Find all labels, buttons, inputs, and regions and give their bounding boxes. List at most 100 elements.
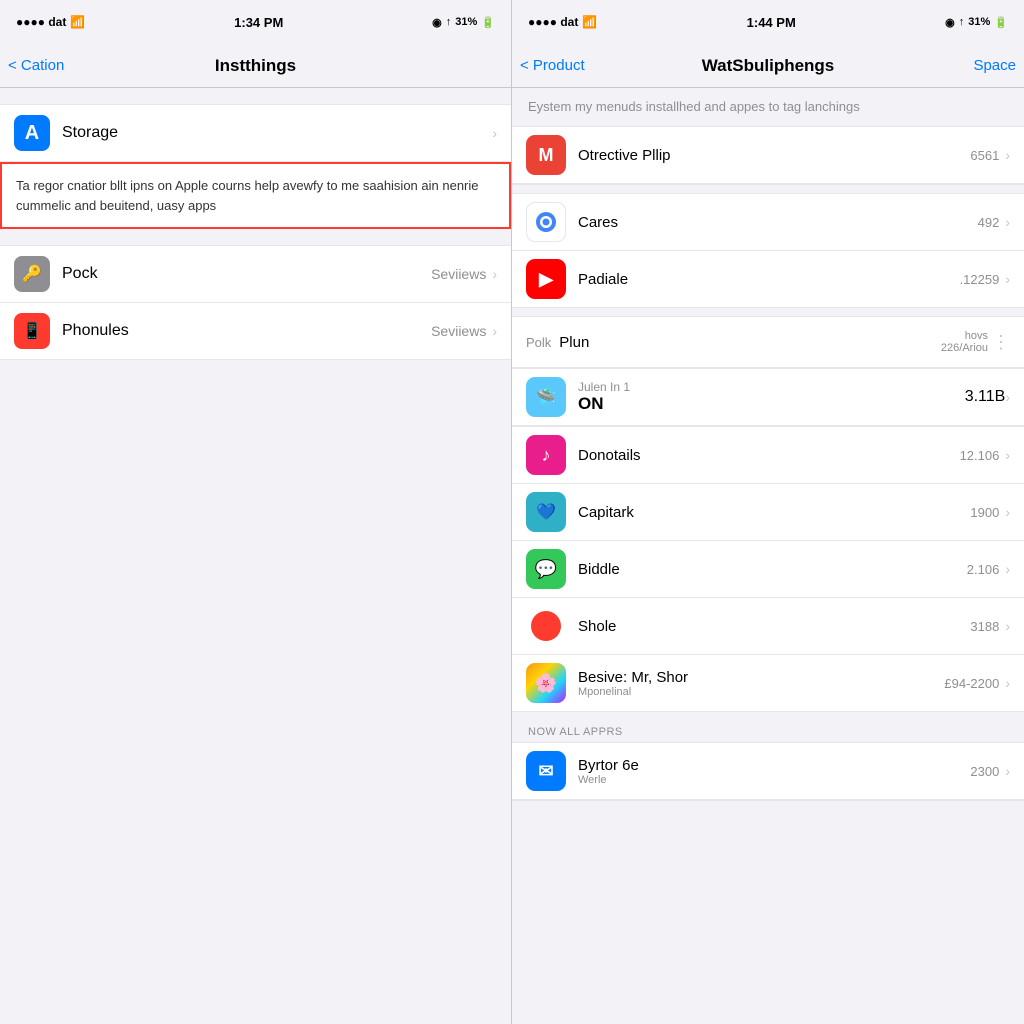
shole-name: Shole	[578, 618, 970, 635]
padiale-info: Padiale	[578, 271, 960, 288]
dots-icon: ⋮	[992, 332, 1010, 353]
polk-label: Polk	[526, 335, 551, 350]
phonules-label: Phonules	[62, 322, 431, 340]
location-icon-left: ◉	[432, 16, 442, 29]
besive-subtitle: Mponelinal	[578, 686, 944, 698]
shole-chevron: ›	[1005, 618, 1010, 634]
capitark-name: Capitark	[578, 504, 970, 521]
phonules-item[interactable]: 📱 Phonules Seviiews ›	[0, 303, 511, 360]
besive-info: Besive: Mr, Shor Mponelinal	[578, 669, 944, 698]
storage-chevron: ›	[492, 125, 497, 141]
now-all-apps-label: NOW ALL APPRS	[512, 712, 1024, 742]
signal-icon-right: ↑	[959, 16, 965, 28]
capitark-chevron: ›	[1005, 504, 1010, 520]
remaining-apps: ♪ Donotails 12.106 › 💙 Capitark 1900 › 💬	[512, 426, 1024, 712]
besive-size: £94-2200	[944, 676, 999, 691]
capitark-icon: 💙	[526, 492, 566, 532]
top-apps-section: M Otrective Pllip 6561 ›	[512, 127, 1024, 185]
back-button-left[interactable]: < Cation	[8, 57, 64, 74]
byrtor-info: Byrtor 6e Werle	[578, 757, 970, 786]
polk-meta: hovs 226/Ariou	[941, 330, 988, 354]
donotails-name: Donotails	[578, 447, 960, 464]
battery-info-right: ◉ ↑ 31% 🔋	[945, 16, 1008, 29]
shole-icon	[526, 606, 566, 646]
biddle-info: Biddle	[578, 561, 967, 578]
wifi-icon: 📶	[70, 15, 85, 29]
julen-title: Julen In 1	[578, 380, 965, 394]
app-item-gmail[interactable]: M Otrective Pllip 6561 ›	[512, 127, 1024, 184]
byrtor-chevron: ›	[1005, 763, 1010, 779]
donotails-chevron: ›	[1005, 447, 1010, 463]
app-item-byrtor[interactable]: ✉ Byrtor 6e Werle 2300 ›	[512, 743, 1024, 800]
wifi-icon-right: 📶	[582, 15, 597, 29]
storage-section: A Storage › Ta regor cnatior bllt ipns o…	[0, 104, 511, 229]
cares-name: Cares	[578, 214, 978, 231]
phonules-chevron: ›	[492, 323, 497, 339]
nav-title-right: WatSbuliphengs	[702, 56, 835, 76]
right-panel: ●●●● dat 📶 1:44 PM ◉ ↑ 31% 🔋 < Product W…	[512, 0, 1024, 1024]
shole-info: Shole	[578, 618, 970, 635]
app-item-biddle[interactable]: 💬 Biddle 2.106 ›	[512, 541, 1024, 598]
app-item-besive[interactable]: 🌸 Besive: Mr, Shor Mponelinal £94-2200 ›	[512, 655, 1024, 712]
carrier-info-right: ●●●● dat 📶	[528, 15, 597, 29]
app-item-capitark[interactable]: 💙 Capitark 1900 ›	[512, 484, 1024, 541]
pock-meta: Seviiews	[431, 266, 486, 282]
polk-name: Plun	[559, 334, 941, 351]
nav-bar-left: < Cation Instthings	[0, 44, 511, 88]
time-left: 1:34 PM	[234, 15, 283, 30]
capitark-info: Capitark	[578, 504, 970, 521]
storage-item[interactable]: A Storage ›	[0, 104, 511, 162]
padiale-name: Padiale	[578, 271, 960, 288]
julen-info: Julen In 1 ON	[578, 380, 965, 414]
padiale-chevron: ›	[1005, 271, 1010, 287]
app-item-shole[interactable]: Shole 3188 ›	[512, 598, 1024, 655]
battery-pct-right: 31%	[968, 16, 990, 28]
back-button-right[interactable]: < Product	[520, 57, 585, 74]
storage-label: Storage	[62, 124, 492, 142]
battery-pct-left: 31%	[455, 16, 477, 28]
gmail-size: 6561	[970, 148, 999, 163]
donotails-icon: ♪	[526, 435, 566, 475]
carrier-text: ●●●● dat	[16, 15, 66, 29]
cares-icon	[526, 202, 566, 242]
subtitle-right: Eystem my menuds installhed and appes to…	[512, 88, 1024, 127]
battery-icon-right: 🔋	[994, 16, 1008, 29]
left-panel: ●●●● dat 📶 1:34 PM ◉ ↑ 31% 🔋 < Cation In…	[0, 0, 512, 1024]
carrier-text-right: ●●●● dat	[528, 15, 578, 29]
biddle-name: Biddle	[578, 561, 967, 578]
biddle-icon: 💬	[526, 549, 566, 589]
julen-item[interactable]: 🛸 Julen In 1 ON 3.11B ›	[512, 368, 1024, 426]
byrtor-size: 2300	[970, 764, 999, 779]
besive-name: Besive: Mr, Shor	[578, 669, 944, 686]
app-item-padiale[interactable]: ▶ Padiale .12259 ›	[512, 251, 1024, 308]
action-button-right[interactable]: Space	[973, 57, 1016, 74]
phonules-icon: 📱	[14, 313, 50, 349]
gmail-name: Otrective Pllip	[578, 147, 970, 164]
padiale-icon: ▶	[526, 259, 566, 299]
byrtor-name: Byrtor 6e	[578, 757, 970, 774]
app-item-donotails[interactable]: ♪ Donotails 12.106 ›	[512, 427, 1024, 484]
chrome-section: Cares 492 › ▶ Padiale .12259 ›	[512, 193, 1024, 308]
status-bar-right: ●●●● dat 📶 1:44 PM ◉ ↑ 31% 🔋	[512, 0, 1024, 44]
julen-chevron: ›	[1005, 389, 1010, 405]
nav-bar-right: < Product WatSbuliphengs Space	[512, 44, 1024, 88]
nav-title-left: Instthings	[215, 56, 296, 76]
donotails-info: Donotails	[578, 447, 960, 464]
pock-item[interactable]: 🔑 Pock Seviiews ›	[0, 245, 511, 303]
apps-section-left: 🔑 Pock Seviiews › 📱 Phonules Seviiews ›	[0, 245, 511, 360]
capitark-size: 1900	[970, 505, 999, 520]
gmail-info: Otrective Pllip	[578, 147, 970, 164]
pock-icon: 🔑	[14, 256, 50, 292]
app-item-cares[interactable]: Cares 492 ›	[512, 194, 1024, 251]
julen-icon: 🛸	[526, 377, 566, 417]
battery-info-left: ◉ ↑ 31% 🔋	[432, 16, 495, 29]
signal-icon-left: ↑	[446, 16, 452, 28]
byrtor-subtitle: Werle	[578, 774, 970, 786]
storage-icon: A	[14, 115, 50, 151]
cares-size: 492	[978, 215, 1000, 230]
besive-chevron: ›	[1005, 675, 1010, 691]
cares-info: Cares	[578, 214, 978, 231]
polk-item[interactable]: Polk Plun hovs 226/Ariou ⋮	[512, 316, 1024, 368]
biddle-size: 2.106	[967, 562, 1000, 577]
pock-chevron: ›	[492, 266, 497, 282]
